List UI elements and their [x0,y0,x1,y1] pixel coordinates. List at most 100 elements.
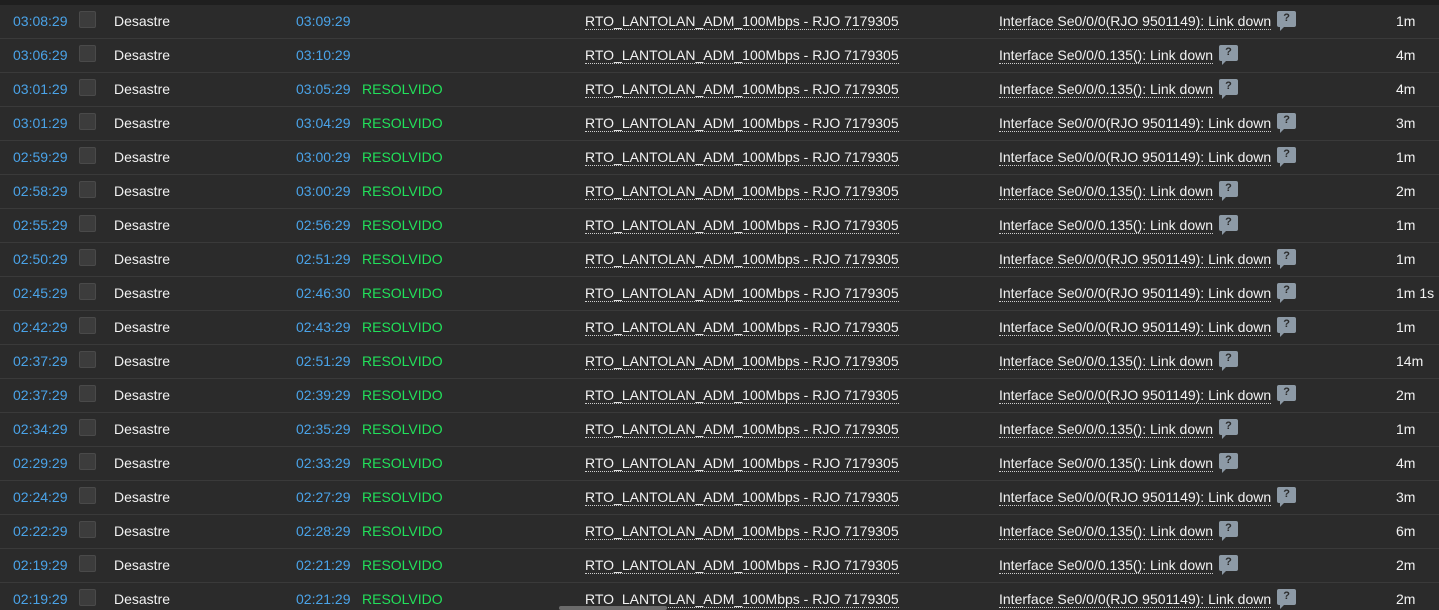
host-link[interactable]: RTO_LANTOLAN_ADM_100Mbps - RJO 7179305 [585,345,899,378]
recovery-time-link[interactable]: 03:00:29 [296,175,351,208]
host-name[interactable]: RTO_LANTOLAN_ADM_100Mbps - RJO 7179305 [585,523,899,540]
host-name[interactable]: RTO_LANTOLAN_ADM_100Mbps - RJO 7179305 [585,47,899,64]
recovery-time-link[interactable]: 02:21:29 [296,583,351,610]
problem-link[interactable]: Interface Se0/0/0(RJO 9501149): Link dow… [999,319,1272,336]
recovery-time-link[interactable]: 02:46:30 [296,277,351,310]
host-link[interactable]: RTO_LANTOLAN_ADM_100Mbps - RJO 7179305 [585,175,899,208]
comment-icon[interactable]: ? [1277,385,1297,406]
event-time-link[interactable]: 02:50:29 [13,243,68,276]
host-name[interactable]: RTO_LANTOLAN_ADM_100Mbps - RJO 7179305 [585,387,899,404]
event-time-link[interactable]: 02:42:29 [13,311,68,344]
comment-icon[interactable]: ? [1277,249,1297,270]
host-link[interactable]: RTO_LANTOLAN_ADM_100Mbps - RJO 7179305 [585,39,899,72]
host-link[interactable]: RTO_LANTOLAN_ADM_100Mbps - RJO 7179305 [585,73,899,106]
recovery-time-link[interactable]: 02:51:29 [296,243,351,276]
host-link[interactable]: RTO_LANTOLAN_ADM_100Mbps - RJO 7179305 [585,515,899,548]
problem-link[interactable]: Interface Se0/0/0(RJO 9501149): Link dow… [999,115,1272,132]
problem-link[interactable]: Interface Se0/0/0(RJO 9501149): Link dow… [999,251,1272,268]
comment-icon[interactable]: ? [1277,317,1297,338]
event-time-link[interactable]: 02:37:29 [13,345,68,378]
recovery-time-link[interactable]: 03:00:29 [296,141,351,174]
host-name[interactable]: RTO_LANTOLAN_ADM_100Mbps - RJO 7179305 [585,13,899,30]
problem-link[interactable]: Interface Se0/0/0.135(): Link down [999,353,1214,370]
problem-link[interactable]: Interface Se0/0/0(RJO 9501149): Link dow… [999,13,1272,30]
event-time-link[interactable]: 02:37:29 [13,379,68,412]
host-name[interactable]: RTO_LANTOLAN_ADM_100Mbps - RJO 7179305 [585,183,899,200]
recovery-time-link[interactable]: 02:56:29 [296,209,351,242]
comment-icon[interactable]: ? [1219,555,1239,576]
problem-link[interactable]: Interface Se0/0/0.135(): Link down [999,47,1214,64]
host-name[interactable]: RTO_LANTOLAN_ADM_100Mbps - RJO 7179305 [585,319,899,336]
event-time-link[interactable]: 02:22:29 [13,515,68,548]
host-link[interactable]: RTO_LANTOLAN_ADM_100Mbps - RJO 7179305 [585,209,899,242]
recovery-time-link[interactable]: 02:43:29 [296,311,351,344]
checkbox-icon[interactable] [79,351,96,368]
host-name[interactable]: RTO_LANTOLAN_ADM_100Mbps - RJO 7179305 [585,81,899,98]
event-time-link[interactable]: 02:29:29 [13,447,68,480]
comment-icon[interactable]: ? [1219,79,1239,100]
host-name[interactable]: RTO_LANTOLAN_ADM_100Mbps - RJO 7179305 [585,115,899,132]
host-link[interactable]: RTO_LANTOLAN_ADM_100Mbps - RJO 7179305 [585,107,899,140]
problem-link[interactable]: Interface Se0/0/0(RJO 9501149): Link dow… [999,285,1272,302]
checkbox-icon[interactable] [79,555,96,572]
event-time-link[interactable]: 03:06:29 [13,39,68,72]
event-time-link[interactable]: 02:19:29 [13,549,68,582]
recovery-time-link[interactable]: 03:04:29 [296,107,351,140]
host-name[interactable]: RTO_LANTOLAN_ADM_100Mbps - RJO 7179305 [585,285,899,302]
checkbox-icon[interactable] [79,215,96,232]
event-time-link[interactable]: 03:01:29 [13,73,68,106]
host-link[interactable]: RTO_LANTOLAN_ADM_100Mbps - RJO 7179305 [585,5,899,38]
checkbox-icon[interactable] [79,147,96,164]
recovery-time-link[interactable]: 02:35:29 [296,413,351,446]
event-time-link[interactable]: 02:58:29 [13,175,68,208]
host-link[interactable]: RTO_LANTOLAN_ADM_100Mbps - RJO 7179305 [585,311,899,344]
comment-icon[interactable]: ? [1219,521,1239,542]
checkbox-icon[interactable] [79,589,96,606]
checkbox-icon[interactable] [79,181,96,198]
host-name[interactable]: RTO_LANTOLAN_ADM_100Mbps - RJO 7179305 [585,353,899,370]
event-time-link[interactable]: 02:24:29 [13,481,68,514]
event-time-link[interactable]: 02:19:29 [13,583,68,610]
problem-link[interactable]: Interface Se0/0/0.135(): Link down [999,217,1214,234]
host-name[interactable]: RTO_LANTOLAN_ADM_100Mbps - RJO 7179305 [585,421,899,438]
problem-link[interactable]: Interface Se0/0/0.135(): Link down [999,81,1214,98]
checkbox-icon[interactable] [79,453,96,470]
problem-link[interactable]: Interface Se0/0/0(RJO 9501149): Link dow… [999,149,1272,166]
recovery-time-link[interactable]: 03:10:29 [296,39,351,72]
problem-link[interactable]: Interface Se0/0/0(RJO 9501149): Link dow… [999,387,1272,404]
host-link[interactable]: RTO_LANTOLAN_ADM_100Mbps - RJO 7179305 [585,447,899,480]
event-time-link[interactable]: 02:59:29 [13,141,68,174]
host-link[interactable]: RTO_LANTOLAN_ADM_100Mbps - RJO 7179305 [585,243,899,276]
checkbox-icon[interactable] [79,79,96,96]
host-name[interactable]: RTO_LANTOLAN_ADM_100Mbps - RJO 7179305 [585,217,899,234]
recovery-time-link[interactable]: 03:09:29 [296,5,351,38]
problem-link[interactable]: Interface Se0/0/0(RJO 9501149): Link dow… [999,591,1272,608]
comment-icon[interactable]: ? [1219,419,1239,440]
recovery-time-link[interactable]: 03:05:29 [296,73,351,106]
checkbox-icon[interactable] [79,11,96,28]
problem-link[interactable]: Interface Se0/0/0.135(): Link down [999,183,1214,200]
problem-link[interactable]: Interface Se0/0/0.135(): Link down [999,455,1214,472]
checkbox-icon[interactable] [79,385,96,402]
comment-icon[interactable]: ? [1277,113,1297,134]
recovery-time-link[interactable]: 02:27:29 [296,481,351,514]
checkbox-icon[interactable] [79,45,96,62]
event-time-link[interactable]: 03:01:29 [13,107,68,140]
host-name[interactable]: RTO_LANTOLAN_ADM_100Mbps - RJO 7179305 [585,455,899,472]
host-link[interactable]: RTO_LANTOLAN_ADM_100Mbps - RJO 7179305 [585,481,899,514]
problem-link[interactable]: Interface Se0/0/0.135(): Link down [999,557,1214,574]
host-name[interactable]: RTO_LANTOLAN_ADM_100Mbps - RJO 7179305 [585,557,899,574]
recovery-time-link[interactable]: 02:33:29 [296,447,351,480]
checkbox-icon[interactable] [79,283,96,300]
checkbox-icon[interactable] [79,249,96,266]
host-link[interactable]: RTO_LANTOLAN_ADM_100Mbps - RJO 7179305 [585,413,899,446]
checkbox-icon[interactable] [79,317,96,334]
host-name[interactable]: RTO_LANTOLAN_ADM_100Mbps - RJO 7179305 [585,149,899,166]
problem-link[interactable]: Interface Se0/0/0.135(): Link down [999,421,1214,438]
recovery-time-link[interactable]: 02:21:29 [296,549,351,582]
comment-icon[interactable]: ? [1277,147,1297,168]
comment-icon[interactable]: ? [1219,181,1239,202]
recovery-time-link[interactable]: 02:39:29 [296,379,351,412]
recovery-time-link[interactable]: 02:28:29 [296,515,351,548]
host-name[interactable]: RTO_LANTOLAN_ADM_100Mbps - RJO 7179305 [585,489,899,506]
